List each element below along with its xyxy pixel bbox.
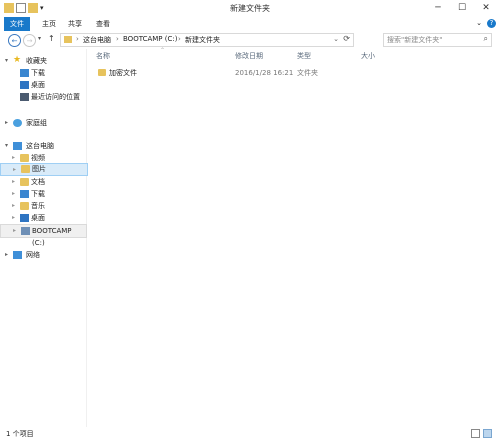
expand-arrow-icon[interactable]: ▸ [13,164,16,175]
ribbon-tabs: 文件 主页 共享 查看 ⌄ ? [0,17,500,32]
breadcrumb-separator-icon: › [116,35,119,43]
folder-icon [64,36,72,43]
address-dropdown-icon[interactable]: ⌄ [333,35,339,43]
address-bar[interactable]: › 这台电脑 › BOOTCAMP (C:) › 新建文件夹 ⌄ ⟳ [60,33,354,47]
computer-icon [13,142,22,150]
title-bar: ▾ 新建文件夹 ─ ☐ ✕ [0,0,500,18]
back-button[interactable]: ← [8,34,21,47]
nav-homegroup[interactable]: ▸ 家庭组 [0,117,86,129]
nav-item-label: 音乐 [31,202,45,210]
music-folder-icon [20,202,29,210]
download-folder-icon [20,190,29,198]
expand-arrow-icon[interactable]: ▸ [13,225,16,237]
expand-arrow-icon[interactable]: ▸ [5,117,8,129]
nav-item-label: 桌面 [31,214,45,222]
desktop-icon [20,81,29,89]
breadcrumb-thispc[interactable]: 这台电脑 [83,35,111,45]
nav-thispc[interactable]: ▾ 这台电脑 [0,140,86,152]
nav-item-label: 下载 [31,69,45,77]
file-type: 文件夹 [297,69,318,77]
expand-arrow-icon[interactable]: ▾ [5,55,8,67]
nav-item-pc-desktop[interactable]: ▸ 桌面 [0,212,86,224]
close-button[interactable]: ✕ [474,0,498,16]
expand-arrow-icon[interactable]: ▸ [12,188,15,200]
maximize-button[interactable]: ☐ [450,0,474,16]
nav-item-bootcamp[interactable]: ▸ BOOTCAMP (C:) [0,224,87,247]
table-row[interactable]: 加密文件 2016/1/28 16:21 文件夹 [90,67,390,79]
nav-favorites[interactable]: ▾ ★ 收藏夹 [0,55,86,67]
window-controls: ─ ☐ ✕ [426,0,498,16]
pane-divider [86,49,87,427]
tab-share[interactable]: 共享 [64,17,86,31]
details-view-icon[interactable] [471,429,480,438]
nav-item-label: 最近访问的位置 [31,93,80,101]
recent-locations-icon[interactable]: ▾ [38,35,41,42]
expand-arrow-icon[interactable]: ▸ [12,176,15,188]
expand-arrow-icon[interactable]: ▸ [5,249,8,261]
nav-item-label: 下载 [31,190,45,198]
file-modified: 2016/1/28 16:21 [235,69,294,77]
drive-icon [21,227,30,235]
nav-homegroup-label: 家庭组 [26,119,47,127]
homegroup-icon [13,119,22,127]
star-icon: ★ [13,55,22,65]
address-row: ← → ▾ ↑ › 这台电脑 › BOOTCAMP (C:) › 新建文件夹 ⌄… [0,31,500,48]
tab-home[interactable]: 主页 [38,17,60,31]
pictures-folder-icon [21,165,30,173]
forward-button[interactable]: → [23,34,36,47]
breadcrumb-current[interactable]: 新建文件夹 [185,35,220,45]
videos-folder-icon [20,154,29,162]
network-icon [13,251,22,259]
tab-view[interactable]: 查看 [92,17,114,31]
desktop-icon [20,214,29,222]
minimize-button[interactable]: ─ [426,0,450,16]
breadcrumb-separator-icon: › [76,35,79,43]
download-folder-icon [20,69,29,77]
search-icon[interactable]: ⌕ [484,34,488,44]
nav-favorites-label: 收藏夹 [26,57,47,65]
column-header-modified[interactable]: 修改日期 [235,49,263,63]
recent-places-icon [20,93,29,101]
nav-item-label: 文档 [31,178,45,186]
file-name: 加密文件 [109,69,137,77]
expand-arrow-icon[interactable]: ▾ [5,140,8,152]
status-item-count: 1 个项目 [6,430,34,438]
breadcrumb-separator-icon: › [178,35,181,43]
expand-arrow-icon[interactable]: ▸ [12,212,15,224]
sort-arrow-icon: ⌃ [160,47,166,54]
nav-thispc-label: 这台电脑 [26,142,54,150]
documents-folder-icon [20,178,29,186]
nav-item-downloads[interactable]: 下载 [0,67,86,79]
nav-item-label: BOOTCAMP (C:) [32,227,72,247]
breadcrumb-drive[interactable]: BOOTCAMP (C:) [123,35,177,43]
ribbon-expand-icon[interactable]: ⌄ [476,19,482,27]
window-title: 新建文件夹 [230,4,270,13]
nav-network-label: 网络 [26,251,40,259]
nav-item-pc-downloads[interactable]: ▸ 下载 [0,188,86,200]
nav-item-label: 桌面 [31,81,45,89]
expand-arrow-icon[interactable]: ▸ [12,200,15,212]
nav-item-music[interactable]: ▸ 音乐 [0,200,86,212]
nav-item-desktop[interactable]: 桌面 [0,79,86,91]
search-input[interactable]: 搜索"新建文件夹" [387,35,442,45]
nav-item-pictures[interactable]: ▸ 图片 [0,163,88,176]
help-icon[interactable]: ? [487,19,496,28]
up-button[interactable]: ↑ [48,34,55,43]
folder-icon [98,69,106,76]
nav-item-label: 图片 [32,165,46,173]
column-header-type[interactable]: 类型 [297,49,311,63]
refresh-icon[interactable]: ⟳ [343,34,350,43]
large-icons-view-icon[interactable] [483,429,492,438]
nav-network[interactable]: ▸ 网络 [0,249,86,261]
nav-item-recent[interactable]: 最近访问的位置 [0,91,86,103]
search-box[interactable]: 搜索"新建文件夹" ⌕ [383,33,492,47]
column-header-size[interactable]: 大小 [361,49,375,63]
tab-file[interactable]: 文件 [4,17,30,31]
nav-item-documents[interactable]: ▸ 文档 [0,176,86,188]
column-header-name[interactable]: 名称 [96,49,110,63]
